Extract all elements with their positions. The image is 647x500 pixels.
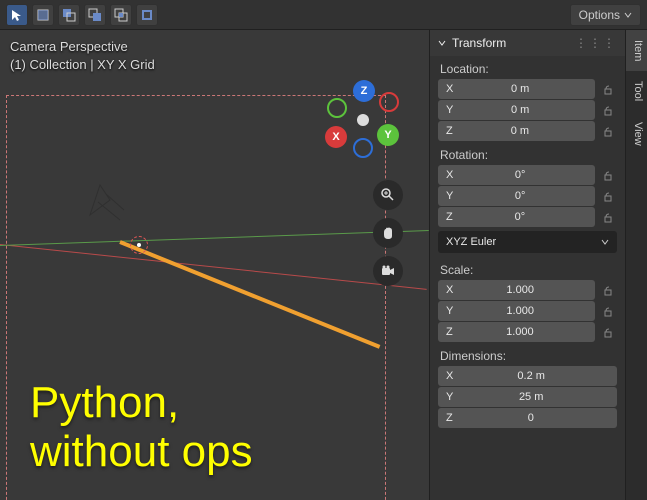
3d-viewport[interactable]: Camera Perspective (1) Collection | XY X…	[0, 30, 429, 500]
lock-icon[interactable]	[599, 281, 617, 299]
select-intersect-button[interactable]	[110, 4, 132, 26]
select-box-button[interactable]	[32, 4, 54, 26]
camera-view-icon[interactable]	[373, 256, 403, 286]
scale-y-field[interactable]: Y1.000	[438, 301, 595, 321]
gizmo-y-axis[interactable]: Y	[377, 124, 399, 146]
rotation-label: Rotation:	[430, 142, 625, 164]
dim-z-field[interactable]: Z0	[438, 408, 617, 428]
dim-y-field[interactable]: Y25 m	[438, 387, 617, 407]
gizmo-neg-x-icon[interactable]	[379, 92, 399, 112]
rotation-y-field[interactable]: Y0°	[438, 186, 595, 206]
gizmo-z-axis[interactable]: Z	[353, 80, 375, 102]
scale-label: Scale:	[430, 257, 625, 279]
gizmo-neg-y-icon[interactable]	[327, 98, 347, 118]
tab-view[interactable]: View	[626, 112, 647, 156]
disclosure-down-icon	[438, 39, 446, 47]
rotation-x-field[interactable]: X0°	[438, 165, 595, 185]
location-label: Location:	[430, 56, 625, 78]
chevron-down-icon	[601, 238, 609, 246]
lock-icon[interactable]	[599, 208, 617, 226]
3d-cursor-icon	[130, 236, 148, 254]
lock-icon[interactable]	[599, 302, 617, 320]
gizmo-neg-z-icon[interactable]	[353, 138, 373, 158]
select-extend-button[interactable]	[58, 4, 80, 26]
tab-tool[interactable]: Tool	[626, 71, 647, 111]
nav-gizmo[interactable]: Z X Y	[319, 80, 409, 170]
options-dropdown[interactable]: Options	[570, 4, 641, 26]
drag-handle-icon[interactable]: ⋮⋮⋮	[575, 36, 617, 50]
lock-icon[interactable]	[599, 122, 617, 140]
select-invert-button[interactable]	[136, 4, 158, 26]
options-label: Options	[579, 8, 620, 22]
lock-icon[interactable]	[599, 323, 617, 341]
rotation-mode-dropdown[interactable]: XYZ Euler	[438, 231, 617, 253]
annotation-overlay: Python, without ops	[30, 379, 253, 476]
n-panel: Transform ⋮⋮⋮ Location: X0 m Y0 m Z0 m R…	[429, 30, 647, 500]
scale-x-field[interactable]: X1.000	[438, 280, 595, 300]
location-y-field[interactable]: Y0 m	[438, 100, 595, 120]
dim-x-field[interactable]: X0.2 m	[438, 366, 617, 386]
lock-icon[interactable]	[599, 101, 617, 119]
top-toolbar: Options	[0, 0, 647, 30]
chevron-down-icon	[624, 11, 632, 19]
camera-object-icon	[80, 180, 130, 230]
tab-item[interactable]: Item	[626, 30, 647, 71]
panel-tabs: Item Tool View	[625, 30, 647, 500]
location-z-field[interactable]: Z0 m	[438, 121, 595, 141]
lock-icon[interactable]	[599, 166, 617, 184]
scale-z-field[interactable]: Z1.000	[438, 322, 595, 342]
gizmo-center-icon[interactable]	[357, 114, 369, 126]
select-subtract-button[interactable]	[84, 4, 106, 26]
cursor-tool-button[interactable]	[6, 4, 28, 26]
panel-title: Transform	[452, 36, 506, 50]
transform-panel-header[interactable]: Transform ⋮⋮⋮	[430, 30, 625, 56]
lock-icon[interactable]	[599, 187, 617, 205]
lock-icon[interactable]	[599, 80, 617, 98]
pan-icon[interactable]	[373, 218, 403, 248]
location-x-field[interactable]: X0 m	[438, 79, 595, 99]
gizmo-x-axis[interactable]: X	[325, 126, 347, 148]
rotation-z-field[interactable]: Z0°	[438, 207, 595, 227]
viewport-info-text: Camera Perspective (1) Collection | XY X…	[10, 38, 155, 74]
dimensions-label: Dimensions:	[430, 343, 625, 365]
zoom-icon[interactable]	[373, 180, 403, 210]
